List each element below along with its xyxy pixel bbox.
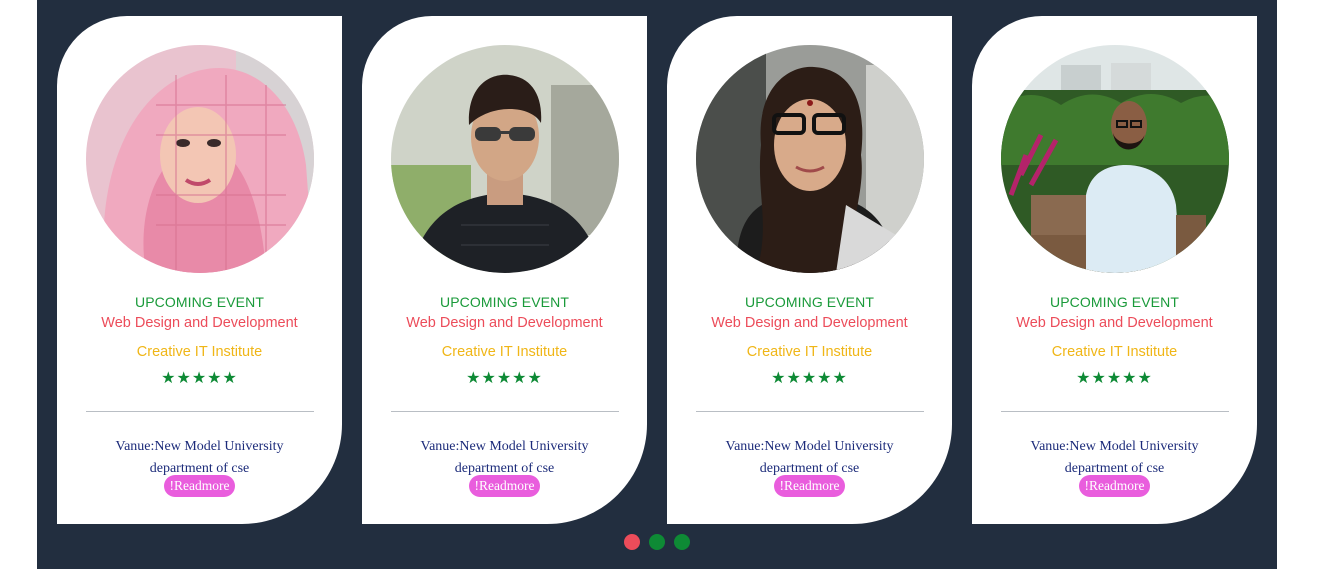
- event-card: UPCOMING EVENT Web Design and Developmen…: [57, 16, 342, 524]
- carousel-dot-2[interactable]: [649, 534, 665, 550]
- carousel-dot-1[interactable]: [624, 534, 640, 550]
- readmore-button[interactable]: !Readmore: [469, 475, 540, 497]
- divider: [86, 411, 314, 412]
- readmore-button[interactable]: !Readmore: [1079, 475, 1150, 497]
- event-label: UPCOMING EVENT: [1050, 294, 1179, 310]
- rating-stars-icon: ★★★★★: [1076, 370, 1153, 387]
- course-title: Web Design and Development: [406, 315, 603, 331]
- event-card: UPCOMING EVENT Web Design and Developmen…: [972, 16, 1257, 524]
- readmore-button[interactable]: !Readmore: [164, 475, 235, 497]
- venue-info: Vanue:New Model University department of…: [362, 436, 647, 480]
- venue-info: Vanue:New Model University department of…: [972, 436, 1257, 480]
- institute-name: Creative IT Institute: [746, 344, 873, 360]
- carousel-dot-3[interactable]: [674, 534, 690, 550]
- rating-stars-icon: ★★★★★: [771, 370, 848, 387]
- event-label: UPCOMING EVENT: [745, 294, 874, 310]
- speaker-photo: [696, 45, 924, 273]
- course-title: Web Design and Development: [101, 315, 298, 331]
- speaker-photo: [86, 45, 314, 273]
- rating-stars-icon: ★★★★★: [161, 370, 238, 387]
- readmore-button[interactable]: !Readmore: [774, 475, 845, 497]
- event-label: UPCOMING EVENT: [135, 294, 264, 310]
- venue-line: Vanue:New Model University: [420, 439, 589, 454]
- institute-name: Creative IT Institute: [1051, 344, 1178, 360]
- course-title: Web Design and Development: [711, 315, 908, 331]
- venue-line: Vanue:New Model University: [1030, 439, 1199, 454]
- venue-line: Vanue:New Model University: [115, 439, 284, 454]
- event-card: UPCOMING EVENT Web Design and Developmen…: [667, 16, 952, 524]
- venue-info: Vanue:New Model University department of…: [667, 436, 952, 480]
- event-card: UPCOMING EVENT Web Design and Developmen…: [362, 16, 647, 524]
- event-label: UPCOMING EVENT: [440, 294, 569, 310]
- course-title: Web Design and Development: [1016, 315, 1213, 331]
- rating-stars-icon: ★★★★★: [466, 370, 543, 387]
- divider: [1001, 411, 1229, 412]
- institute-name: Creative IT Institute: [441, 344, 568, 360]
- venue-line: Vanue:New Model University: [725, 439, 894, 454]
- event-carousel: UPCOMING EVENT Web Design and Developmen…: [37, 0, 1277, 569]
- divider: [391, 411, 619, 412]
- institute-name: Creative IT Institute: [136, 344, 263, 360]
- speaker-photo: [1001, 45, 1229, 273]
- venue-info: Vanue:New Model University department of…: [57, 436, 342, 480]
- speaker-photo: [391, 45, 619, 273]
- divider: [696, 411, 924, 412]
